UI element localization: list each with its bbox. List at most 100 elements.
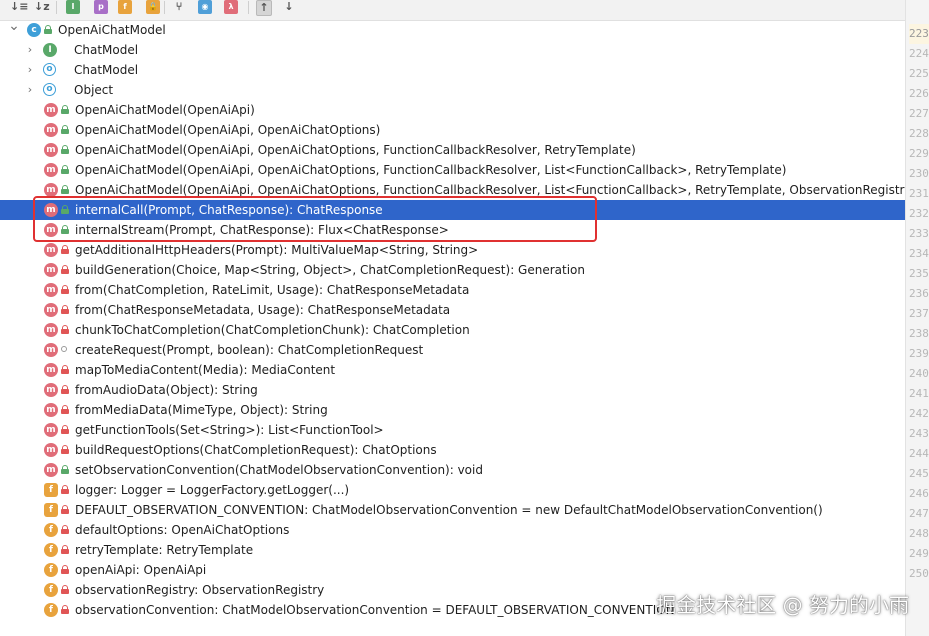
method-row[interactable]: m internalCall(Prompt, ChatResponse): Cha… xyxy=(0,200,905,220)
line-number: 243 xyxy=(909,427,929,440)
public-visibility-icon xyxy=(61,165,69,174)
line-number: 235 xyxy=(909,267,929,280)
show-non-public-icon[interactable]: 🔒 xyxy=(146,0,160,14)
method-row[interactable]: m from(ChatResponseMetadata, Usage): Chat… xyxy=(0,300,905,320)
method-row[interactable]: m getFunctionTools(Set<String>): List<Fun… xyxy=(0,420,905,440)
structure-toolbar: ↓≡ ↓z Ip f 🔒 ⑂ ◉ λ ↑ ↓ xyxy=(0,0,905,21)
class-icon: c xyxy=(27,23,41,37)
line-number: 229 xyxy=(909,147,929,160)
method-row[interactable]: m chunkToChatCompletion(ChatCompletionChu… xyxy=(0,320,905,340)
method-icon: m xyxy=(44,163,58,177)
private-lock-icon xyxy=(61,405,69,414)
public-visibility-icon xyxy=(61,125,69,134)
method-row[interactable]: m createRequest(Prompt, boolean): ChatCom… xyxy=(0,340,905,360)
private-lock-icon xyxy=(61,385,69,394)
field-row[interactable]: f DEFAULT_OBSERVATION_CONVENTION: ChatMod… xyxy=(0,500,905,520)
class-row[interactable]: › I ChatModel xyxy=(0,40,905,60)
line-number: 249 xyxy=(909,547,929,560)
class-row[interactable]: ⌄ c OpenAiChatModel xyxy=(0,18,905,40)
tree-item-label: createRequest(Prompt, boolean): ChatComp… xyxy=(75,343,424,357)
tree-item-label: DEFAULT_OBSERVATION_CONVENTION: ChatMode… xyxy=(75,503,823,517)
public-visibility-icon xyxy=(61,465,69,474)
sort-by-visibility-icon[interactable]: ↓≡ xyxy=(10,0,28,14)
show-lambdas-icon[interactable]: λ xyxy=(224,0,238,14)
chevron-right-icon[interactable]: › xyxy=(24,82,36,98)
method-row[interactable]: m internalStream(Prompt, ChatResponse): F… xyxy=(0,220,905,240)
tree-item-label: buildRequestOptions(ChatCompletionReques… xyxy=(75,443,437,457)
field-row[interactable]: f logger: Logger = LoggerFactory.getLogge… xyxy=(0,480,905,500)
tree-item-label: getFunctionTools(Set<String>): List<Func… xyxy=(75,423,384,437)
show-properties-icon[interactable]: p xyxy=(94,0,108,14)
method-row[interactable]: m setObservationConvention(ChatModelObser… xyxy=(0,460,905,480)
tree-item-label: from(ChatCompletion, RateLimit, Usage): … xyxy=(75,283,470,297)
method-row[interactable]: m OpenAiChatModel(OpenAiApi) xyxy=(0,100,905,120)
class-row[interactable]: › o Object xyxy=(0,80,905,100)
expand-all-icon[interactable]: ↑ xyxy=(256,0,272,16)
show-fields-icon[interactable]: f xyxy=(118,0,132,14)
line-number: 223 xyxy=(909,24,929,44)
method-row[interactable]: m fromAudioData(Object): String xyxy=(0,380,905,400)
show-interfaces-icon[interactable]: I xyxy=(66,0,80,14)
public-visibility-icon xyxy=(61,105,69,114)
line-number: 238 xyxy=(909,327,929,340)
tree-item-label: fromAudioData(Object): String xyxy=(75,383,258,397)
chevron-right-icon[interactable]: › xyxy=(24,42,36,58)
sort-alphabetically-icon[interactable]: ↓z xyxy=(34,0,50,14)
toolbar-separator xyxy=(56,1,57,14)
collapse-all-icon[interactable]: ↓ xyxy=(282,0,296,14)
method-icon: m xyxy=(44,363,58,377)
field-row[interactable]: f openAiApi: OpenAiApi xyxy=(0,560,905,580)
method-icon: m xyxy=(44,203,58,217)
tree-item-label: internalStream(Prompt, ChatResponse): Fl… xyxy=(75,223,449,237)
show-anonymous-classes-icon[interactable]: ◉ xyxy=(198,0,212,14)
line-number: 228 xyxy=(909,127,929,140)
method-icon: m xyxy=(44,323,58,337)
private-lock-icon xyxy=(61,325,69,334)
tree-item-label: openAiApi: OpenAiApi xyxy=(75,563,207,577)
class-row[interactable]: › o ChatModel xyxy=(0,60,905,80)
method-icon: m xyxy=(44,423,58,437)
chevron-down-icon[interactable]: ⌄ xyxy=(8,18,20,34)
method-icon: m xyxy=(44,183,58,197)
line-number: 248 xyxy=(909,527,929,540)
method-icon: m xyxy=(44,303,58,317)
method-row[interactable]: m buildRequestOptions(ChatCompletionReque… xyxy=(0,440,905,460)
line-number: 245 xyxy=(909,467,929,480)
chevron-right-icon[interactable]: › xyxy=(24,62,36,78)
private-lock-icon xyxy=(61,505,69,514)
method-row[interactable]: m OpenAiChatModel(OpenAiApi, OpenAiChatOp… xyxy=(0,160,905,180)
line-number: 240 xyxy=(909,367,929,380)
watermark: 掘金技术社区 @ 努力的小雨 xyxy=(656,593,909,617)
tree-item-label: defaultOptions: OpenAiChatOptions xyxy=(75,523,290,537)
line-number: 231 xyxy=(909,187,929,200)
method-icon: m xyxy=(44,463,58,477)
tree-item-label: setObservationConvention(ChatModelObserv… xyxy=(75,463,483,477)
line-number: 239 xyxy=(909,347,929,360)
public-visibility-icon xyxy=(61,145,69,154)
field-row[interactable]: f defaultOptions: OpenAiChatOptions xyxy=(0,520,905,540)
method-icon: m xyxy=(44,143,58,157)
method-row[interactable]: m OpenAiChatModel(OpenAiApi, OpenAiChatOp… xyxy=(0,180,916,200)
tree-item-label: chunkToChatCompletion(ChatCompletionChun… xyxy=(75,323,470,337)
method-row[interactable]: m fromMediaData(MimeType, Object): String xyxy=(0,400,905,420)
method-row[interactable]: m getAdditionalHttpHeaders(Prompt): Multi… xyxy=(0,240,905,260)
show-inherited-icon[interactable]: ⑂ xyxy=(172,0,186,14)
method-row[interactable]: m OpenAiChatModel(OpenAiApi, OpenAiChatOp… xyxy=(0,140,905,160)
tree-item-label: observationRegistry: ObservationRegistry xyxy=(75,583,325,597)
class-icon: o xyxy=(43,83,56,96)
method-icon: m xyxy=(44,383,58,397)
method-row[interactable]: m buildGeneration(Choice, Map<String, Obj… xyxy=(0,260,905,280)
static-field-icon: f xyxy=(44,503,58,517)
method-row[interactable]: m OpenAiChatModel(OpenAiApi, OpenAiChatOp… xyxy=(0,120,905,140)
line-number: 226 xyxy=(909,87,929,100)
method-icon: m xyxy=(44,443,58,457)
private-lock-icon xyxy=(61,365,69,374)
line-number: 237 xyxy=(909,307,929,320)
method-row[interactable]: m from(ChatCompletion, RateLimit, Usage):… xyxy=(0,280,905,300)
method-row[interactable]: m mapToMediaContent(Media): MediaContent xyxy=(0,360,905,380)
tree-item-label: ChatModel xyxy=(74,43,139,57)
line-number: 244 xyxy=(909,447,929,460)
method-icon: m xyxy=(44,223,58,237)
line-number: 224 xyxy=(909,47,929,60)
field-row[interactable]: f retryTemplate: RetryTemplate xyxy=(0,540,905,560)
